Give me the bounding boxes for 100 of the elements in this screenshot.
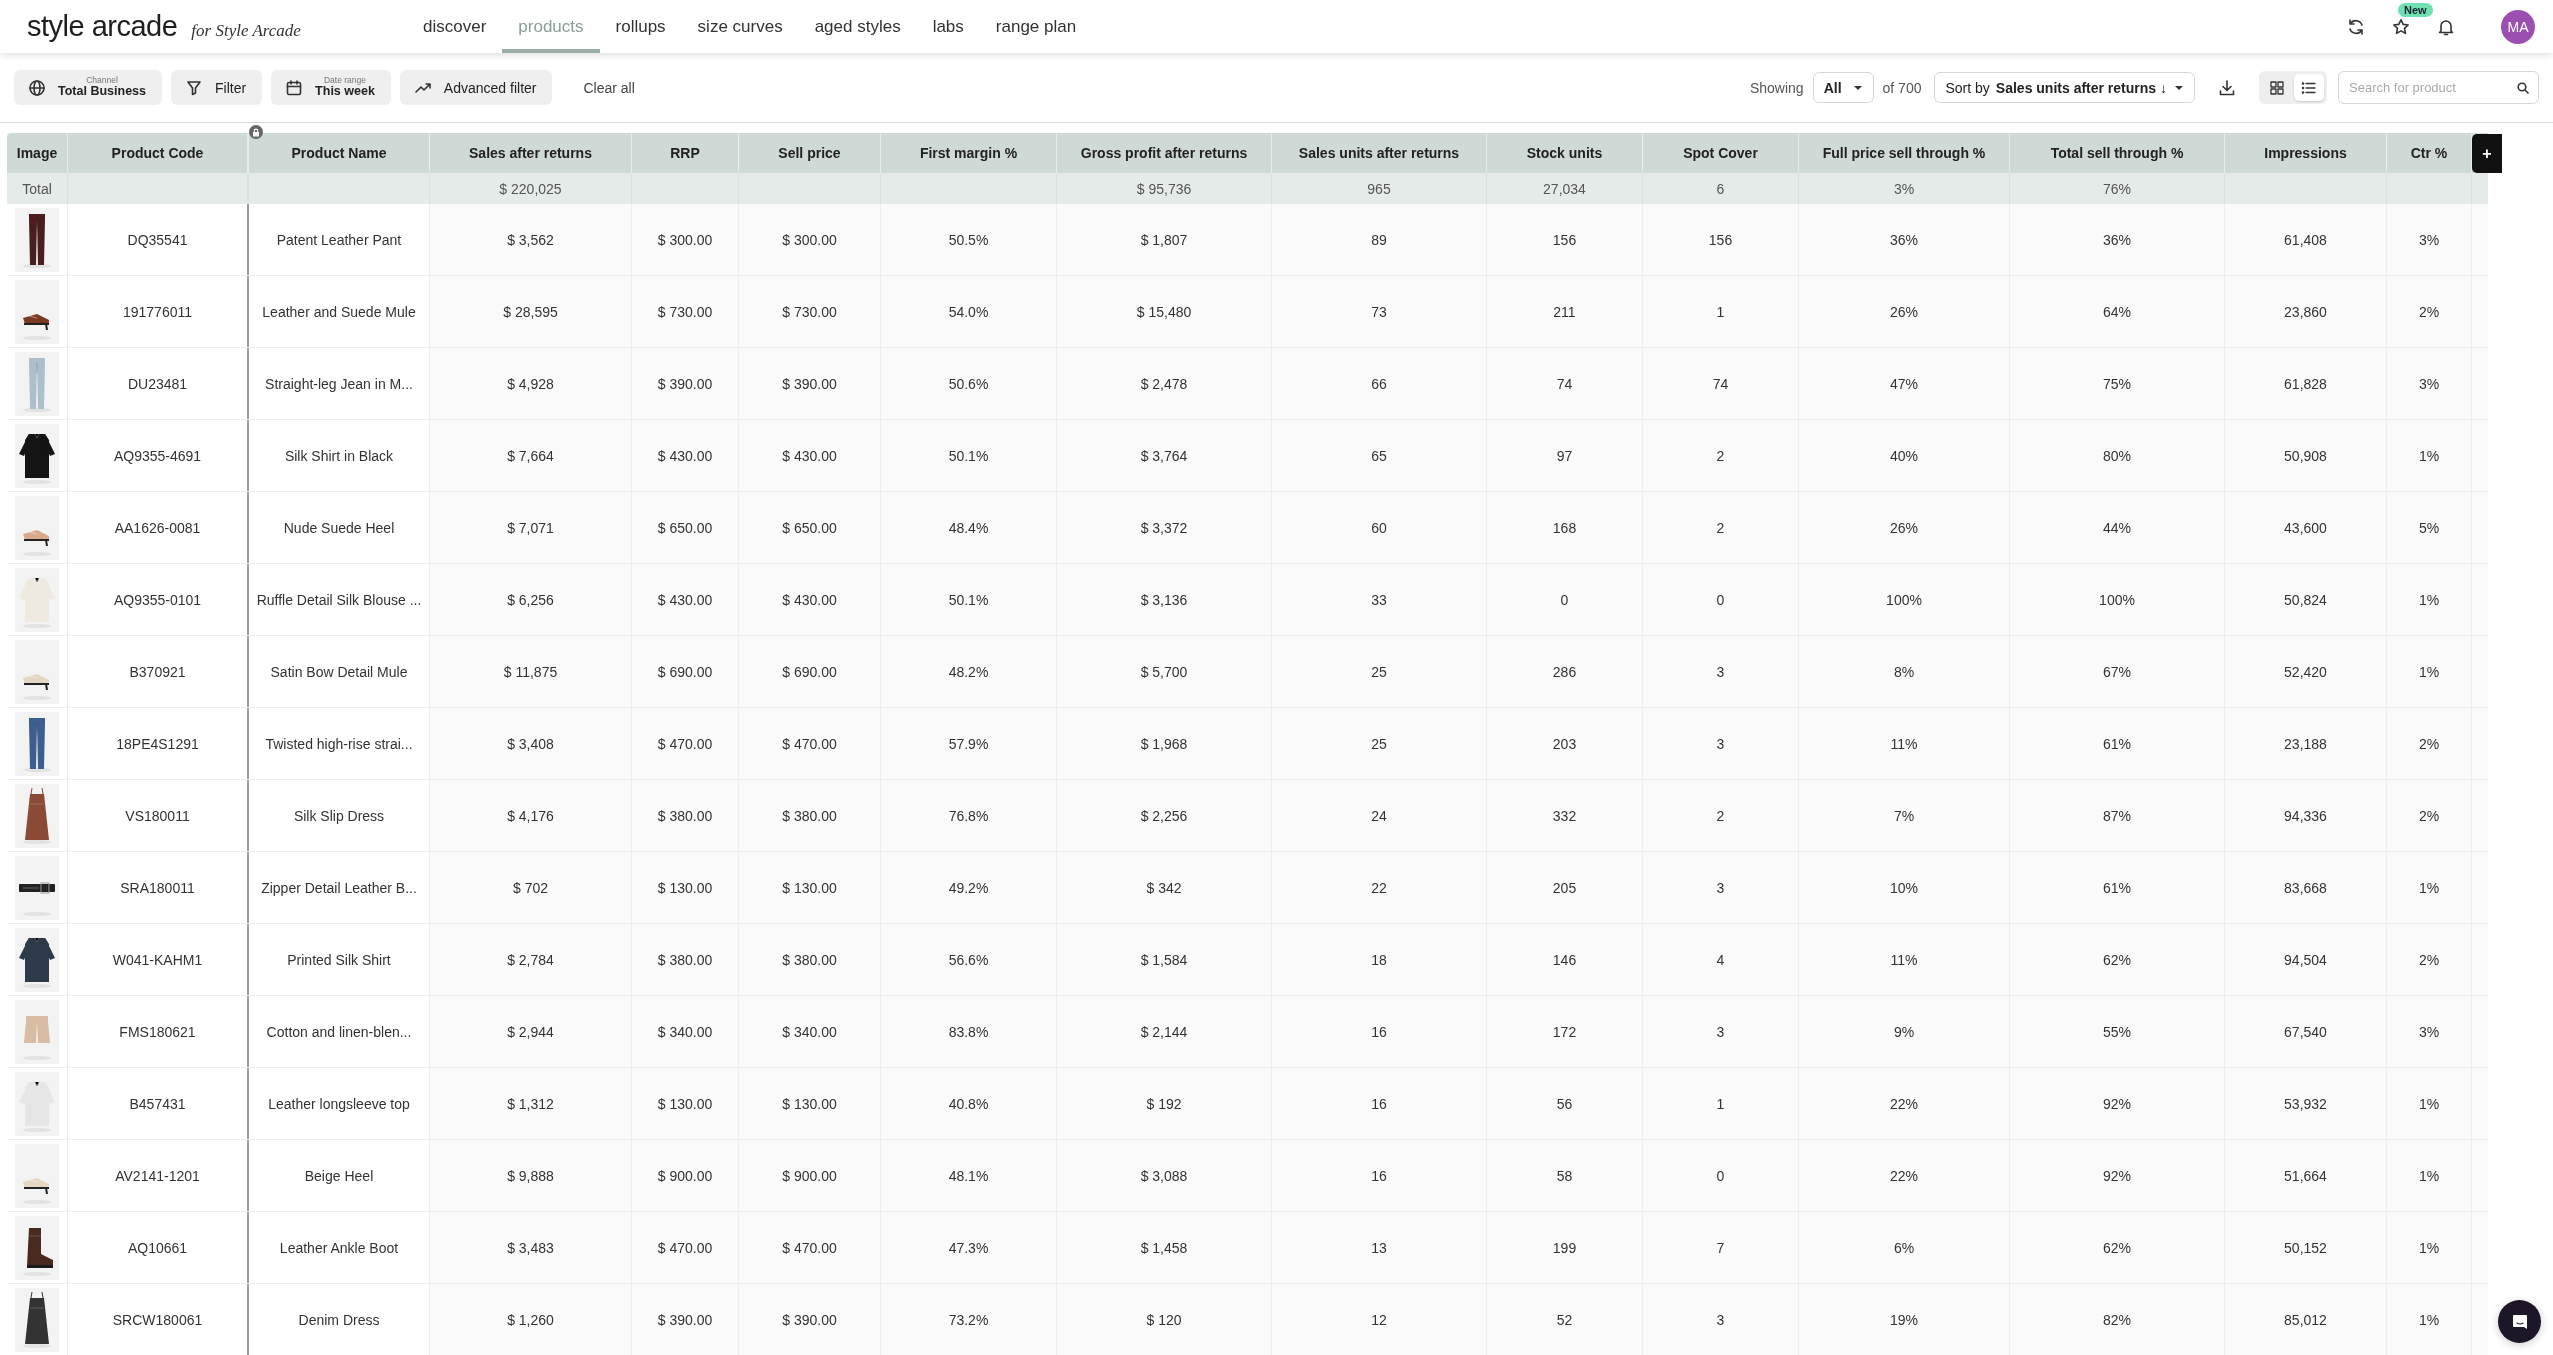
table-cell: 75% bbox=[2010, 348, 2225, 419]
nav-tab[interactable]: labs bbox=[916, 0, 980, 53]
sort-select[interactable]: Sort by Sales units after returns ↓ bbox=[1934, 72, 2195, 103]
table-cell: Cotton and linen-blen... bbox=[249, 996, 430, 1067]
showing-select[interactable]: All bbox=[1812, 72, 1874, 103]
table-cell: $ 28,595 bbox=[430, 276, 632, 347]
table-cell: DU23481 bbox=[68, 348, 249, 419]
table-cell: $ 430.00 bbox=[632, 420, 739, 491]
table-row[interactable]: AQ10661 Leather Ankle Boot $ 3,483 $ 470.00 $ 470.00 47.3% $ 1,458 13 199 7 6% 62% 50,152 1% bbox=[7, 1212, 2488, 1284]
filter-chip[interactable]: Advanced filter bbox=[399, 70, 553, 105]
table-cell: 26% bbox=[1799, 276, 2010, 347]
bell-icon[interactable] bbox=[2437, 17, 2455, 36]
chat-bubble-icon bbox=[2510, 1312, 2529, 1331]
clear-all-link[interactable]: Clear all bbox=[577, 78, 641, 97]
table-row[interactable]: AQ9355-0101 Ruffle Detail Silk Blouse ... $ 6,256 $ 430.00 $ 430.00 50.1% $ 3,136 33 0 0 100% 100% 50,824 1% bbox=[7, 564, 2488, 636]
table-row[interactable]: VS180011 Silk Slip Dress $ 4,176 $ 380.00 $ 380.00 76.8% $ 2,256 24 332 2 7% 87% 94,336 2% bbox=[7, 780, 2488, 852]
table-cell: $ 2,944 bbox=[430, 996, 632, 1067]
table-cell: $ 6,256 bbox=[430, 564, 632, 635]
table-cell: $ 3,562 bbox=[430, 204, 632, 275]
nav-tab[interactable]: discover bbox=[407, 0, 503, 53]
table-cell: $ 130.00 bbox=[632, 852, 739, 923]
list-view-button[interactable] bbox=[2294, 74, 2324, 101]
table-cell: 18 bbox=[1272, 924, 1487, 995]
nav-tab[interactable]: rollups bbox=[599, 0, 682, 53]
nav-tab[interactable]: aged styles bbox=[798, 0, 917, 53]
table-cell: 61% bbox=[2010, 708, 2225, 779]
table-cell: Twisted high-rise strai... bbox=[249, 708, 430, 779]
table-cell: 48.2% bbox=[881, 636, 1057, 707]
table-cell: Zipper Detail Leather B... bbox=[249, 852, 430, 923]
table-cell: 1% bbox=[2387, 1068, 2472, 1139]
table-row[interactable]: DQ35541 Patent Leather Pant $ 3,562 $ 300.00 $ 300.00 50.5% $ 1,807 89 156 156 36% 36% 61,408 3% bbox=[7, 204, 2488, 276]
table-cell: Printed Silk Shirt bbox=[249, 924, 430, 995]
table-row[interactable]: AQ9355-4691 Silk Shirt in Black $ 7,664 $ 430.00 $ 430.00 50.1% $ 3,764 65 97 2 40% 80% 50,908 1% bbox=[7, 420, 2488, 492]
table-cell: $ 900.00 bbox=[632, 1140, 739, 1211]
table-cell: $ 430.00 bbox=[632, 564, 739, 635]
table-cell: 66 bbox=[1272, 348, 1487, 419]
table-cell: Straight-leg Jean in M... bbox=[249, 348, 430, 419]
table-cell: 23,188 bbox=[2225, 708, 2387, 779]
logo[interactable]: style arcade bbox=[27, 10, 178, 43]
table-row[interactable]: B370921 Satin Bow Detail Mule $ 11,875 $ 690.00 $ 690.00 48.2% $ 5,700 25 286 3 8% 67% 52,420 1% bbox=[7, 636, 2488, 708]
table-cell: $ 690.00 bbox=[632, 636, 739, 707]
table-cell: $ 7,664 bbox=[430, 420, 632, 491]
table-cell: 172 bbox=[1487, 996, 1643, 1067]
table-cell: Patent Leather Pant bbox=[249, 204, 430, 275]
filter-chip[interactable]: Filter bbox=[171, 70, 263, 105]
table-row[interactable]: B457431 Leather longsleeve top $ 1,312 $ 130.00 $ 130.00 40.8% $ 192 16 56 1 22% 92% 53,932 1% bbox=[7, 1068, 2488, 1140]
star-icon[interactable] bbox=[2392, 17, 2410, 36]
table-cell: 156 bbox=[1487, 204, 1643, 275]
table-cell: 23,860 bbox=[2225, 276, 2387, 347]
filter-chip[interactable]: Date range This week bbox=[271, 70, 391, 105]
table-cell: 1% bbox=[2387, 1140, 2472, 1211]
table-cell: 8% bbox=[1799, 636, 2010, 707]
table-cell: 7% bbox=[1799, 780, 2010, 851]
table-cell: 65 bbox=[1272, 420, 1487, 491]
table-cell: 156 bbox=[1643, 204, 1799, 275]
filter-chip[interactable]: Channel Total Business bbox=[14, 70, 162, 105]
search-field[interactable]: Search for product bbox=[2338, 71, 2539, 104]
chat-button[interactable] bbox=[2498, 1300, 2541, 1343]
table-cell: Satin Bow Detail Mule bbox=[249, 636, 430, 707]
download-icon[interactable] bbox=[2218, 78, 2236, 97]
table-cell: 51,664 bbox=[2225, 1140, 2387, 1211]
table-cell: 25 bbox=[1272, 636, 1487, 707]
table-row[interactable]: 191776011 Leather and Suede Mule $ 28,595 $ 730.00 $ 730.00 54.0% $ 15,480 73 211 1 26% 64% 23,860 2% bbox=[7, 276, 2488, 348]
nav-tab[interactable]: size curves bbox=[681, 0, 799, 53]
refresh-icon[interactable] bbox=[2347, 17, 2365, 36]
table-row[interactable]: AV2141-1201 Beige Heel $ 9,888 $ 900.00 $ 900.00 48.1% $ 3,088 16 58 0 22% 92% 51,664 1% bbox=[7, 1140, 2488, 1212]
table-row[interactable]: DU23481 Straight-leg Jean in M... $ 4,928 $ 390.00 $ 390.00 50.6% $ 2,478 66 74 74 47% 75% 61,828 3% bbox=[7, 348, 2488, 420]
table-cell: 146 bbox=[1487, 924, 1643, 995]
table-cell: 61% bbox=[2010, 852, 2225, 923]
table-cell: 199 bbox=[1487, 1212, 1643, 1283]
user-avatar[interactable]: MA bbox=[2501, 9, 2535, 44]
table-cell: 11% bbox=[1799, 708, 2010, 779]
add-column-button[interactable]: + bbox=[2472, 134, 2502, 173]
table-cell: 16 bbox=[1272, 996, 1487, 1067]
table-cell: $ 650.00 bbox=[632, 492, 739, 563]
table-cell: 0 bbox=[1487, 564, 1643, 635]
table-row[interactable]: 18PE4S1291 Twisted high-rise strai... $ 3,408 $ 470.00 $ 470.00 57.9% $ 1,968 25 203 3 11% 61% 23,188 2% bbox=[7, 708, 2488, 780]
table-cell: 67,540 bbox=[2225, 996, 2387, 1067]
nav-tab[interactable]: range plan bbox=[979, 0, 1093, 53]
table-cell: $ 1,807 bbox=[1057, 204, 1272, 275]
table-cell: 16 bbox=[1272, 1140, 1487, 1211]
table-cell: 40.8% bbox=[881, 1068, 1057, 1139]
table-cell: 67% bbox=[2010, 636, 2225, 707]
table-row[interactable]: AA1626-0081 Nude Suede Heel $ 7,071 $ 650.00 $ 650.00 48.4% $ 3,372 60 168 2 26% 44% 43,600 5% bbox=[7, 492, 2488, 564]
table-cell: 2% bbox=[2387, 780, 2472, 851]
logo-tagline: for Style Arcade bbox=[191, 21, 301, 41]
table-cell: 22% bbox=[1799, 1140, 2010, 1211]
table-cell: Ruffle Detail Silk Blouse ... bbox=[249, 564, 430, 635]
table-row[interactable]: W041-KAHM1 Printed Silk Shirt $ 2,784 $ 380.00 $ 380.00 56.6% $ 1,584 18 146 4 11% 62% 94,504 2% bbox=[7, 924, 2488, 996]
table-cell: 53,932 bbox=[2225, 1068, 2387, 1139]
table-row[interactable]: SRCW180061 Denim Dress $ 1,260 $ 390.00 $ 390.00 73.2% $ 120 12 52 3 19% 82% 85,012 1% bbox=[7, 1284, 2488, 1355]
table-cell: 50.1% bbox=[881, 420, 1057, 491]
table-cell: 2% bbox=[2387, 276, 2472, 347]
table-row[interactable]: SRA180011 Zipper Detail Leather B... $ 702 $ 130.00 $ 130.00 49.2% $ 342 22 205 3 10% 61% 83,668 1% bbox=[7, 852, 2488, 924]
lock-icon[interactable] bbox=[249, 125, 263, 139]
table-cell: $ 7,071 bbox=[430, 492, 632, 563]
table-cell: 50,152 bbox=[2225, 1212, 2387, 1283]
table-cell: 83.8% bbox=[881, 996, 1057, 1067]
table-row[interactable]: FMS180621 Cotton and linen-blen... $ 2,944 $ 340.00 $ 340.00 83.8% $ 2,144 16 172 3 9% 55% 67,540 3% bbox=[7, 996, 2488, 1068]
table-cell: 62% bbox=[2010, 924, 2225, 995]
